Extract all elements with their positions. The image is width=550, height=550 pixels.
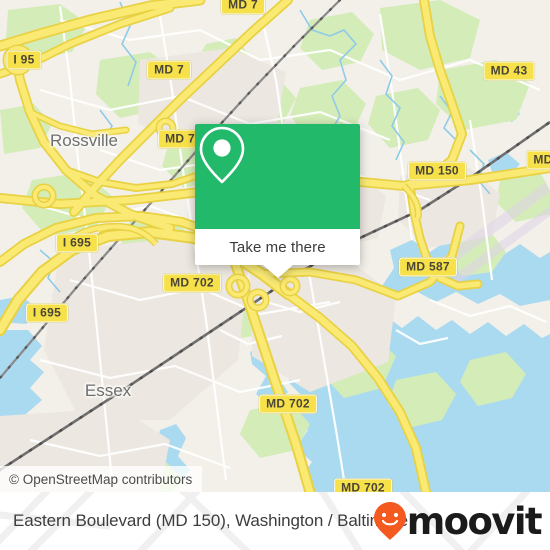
popup-pointer-tail (262, 265, 293, 278)
page-title: Eastern Boulevard (MD 150), Washington /… (13, 511, 408, 530)
road-shield-md-702-mid[interactable]: MD 702 (259, 394, 317, 414)
road-shield-md-702-south[interactable]: MD 702 (334, 478, 392, 492)
popup-icon-area (195, 124, 360, 229)
road-shield-md-43[interactable]: MD 43 (483, 61, 535, 81)
road-shield-md-7-north[interactable]: MD 7 (221, 0, 265, 15)
moovit-smiley-pin-icon (373, 502, 406, 540)
place-label-essex: Essex (84, 381, 132, 400)
moovit-wordmark: moovit (406, 499, 543, 543)
road-shield-md-702-north[interactable]: MD 702 (163, 273, 221, 293)
road-shield-md-150[interactable]: MD 150 (408, 161, 466, 181)
road-shield-md-7-mid[interactable]: MD 7 (147, 60, 191, 80)
map-canvas[interactable]: Rossville Essex MD 7 I 95 MD 7 MD 43 MD … (0, 0, 550, 492)
popup-action-area[interactable]: Take me there (195, 229, 360, 278)
road-shield-i-695-south[interactable]: I 695 (25, 303, 69, 323)
moovit-brand[interactable]: moovit (373, 499, 543, 543)
map-pin-icon (199, 126, 245, 184)
road-shield-md-587[interactable]: MD 587 (399, 257, 457, 277)
road-shield-md-edge[interactable]: MD (526, 150, 550, 170)
place-label-rossville: Rossville (49, 131, 119, 150)
footer-bar: Eastern Boulevard (MD 150), Washington /… (0, 492, 550, 550)
attribution-text: © OpenStreetMap contributors (9, 471, 193, 487)
osm-attribution[interactable]: © OpenStreetMap contributors (0, 466, 203, 492)
road-shield-i-695-north[interactable]: I 695 (55, 233, 99, 253)
take-me-there-label: Take me there (229, 238, 326, 256)
road-shield-i-95[interactable]: I 95 (6, 50, 42, 70)
location-popup-card[interactable]: Take me there (195, 124, 360, 278)
map-screenshot: Rossville Essex MD 7 I 95 MD 7 MD 43 MD … (0, 0, 550, 550)
